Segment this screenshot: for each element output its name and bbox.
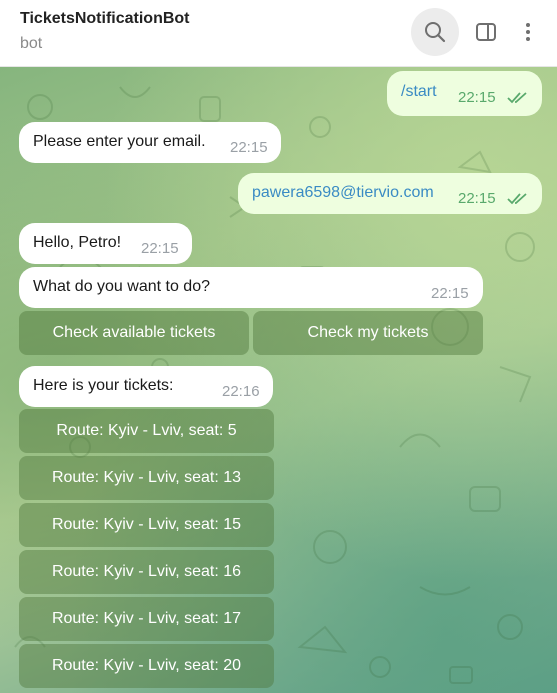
message-time: 22:15 — [458, 190, 496, 207]
more-button[interactable] — [506, 8, 550, 56]
message-time: 22:15 — [141, 240, 179, 257]
check-available-tickets-button[interactable]: Check available tickets — [19, 311, 249, 355]
ticket-button[interactable]: Route: Kyiv - Lviv, seat: 15 — [19, 503, 274, 547]
message-bubble-incoming[interactable]: Hello, Petro! 22:15 — [19, 223, 192, 264]
sidebar-icon — [476, 23, 496, 41]
double-check-icon — [507, 92, 527, 104]
search-button[interactable] — [411, 8, 459, 56]
chat-area[interactable]: /start 22:15 Please enter your email. 22… — [0, 67, 557, 693]
message-text[interactable]: Hello, Petro! — [33, 234, 121, 252]
check-my-tickets-button[interactable]: Check my tickets — [253, 311, 483, 355]
message-text[interactable]: /start — [401, 83, 437, 101]
message-bubble-incoming[interactable]: Please enter your email. 22:15 — [19, 122, 281, 163]
message-bubble-incoming[interactable]: What do you want to do? 22:15 — [19, 267, 483, 308]
message-time: 22:16 — [222, 383, 260, 400]
message-text[interactable]: Here is your tickets: — [33, 377, 173, 395]
chat-subtitle: bot — [20, 35, 43, 52]
message-time: 22:15 — [431, 285, 469, 302]
chat-header: TicketsNotificationBot bot — [0, 0, 557, 67]
ticket-button[interactable]: Route: Kyiv - Lviv, seat: 16 — [19, 550, 274, 594]
ticket-button[interactable]: Route: Kyiv - Lviv, seat: 17 — [19, 597, 274, 641]
toggle-sidebar-button[interactable] — [462, 8, 510, 56]
message-bubble-incoming[interactable]: Here is your tickets: 22:16 — [19, 366, 273, 407]
ticket-button[interactable]: Route: Kyiv - Lviv, seat: 13 — [19, 456, 274, 500]
message-time: 22:15 — [230, 139, 268, 156]
message-text[interactable]: Please enter your email. — [33, 133, 206, 151]
message-bubble-outgoing[interactable]: pawera6598@tiervio.com 22:15 — [238, 173, 542, 214]
search-icon — [425, 22, 446, 43]
message-text[interactable]: pawera6598@tiervio.com — [252, 184, 434, 202]
message-time: 22:15 — [458, 89, 496, 106]
double-check-icon — [507, 193, 527, 205]
message-bubble-outgoing[interactable]: /start 22:15 — [387, 71, 542, 116]
chat-title[interactable]: TicketsNotificationBot — [20, 10, 190, 28]
ticket-button[interactable]: Route: Kyiv - Lviv, seat: 5 — [19, 409, 274, 453]
ticket-button[interactable]: Route: Kyiv - Lviv, seat: 20 — [19, 644, 274, 688]
message-text[interactable]: What do you want to do? — [33, 278, 210, 296]
more-vertical-icon — [526, 23, 530, 41]
